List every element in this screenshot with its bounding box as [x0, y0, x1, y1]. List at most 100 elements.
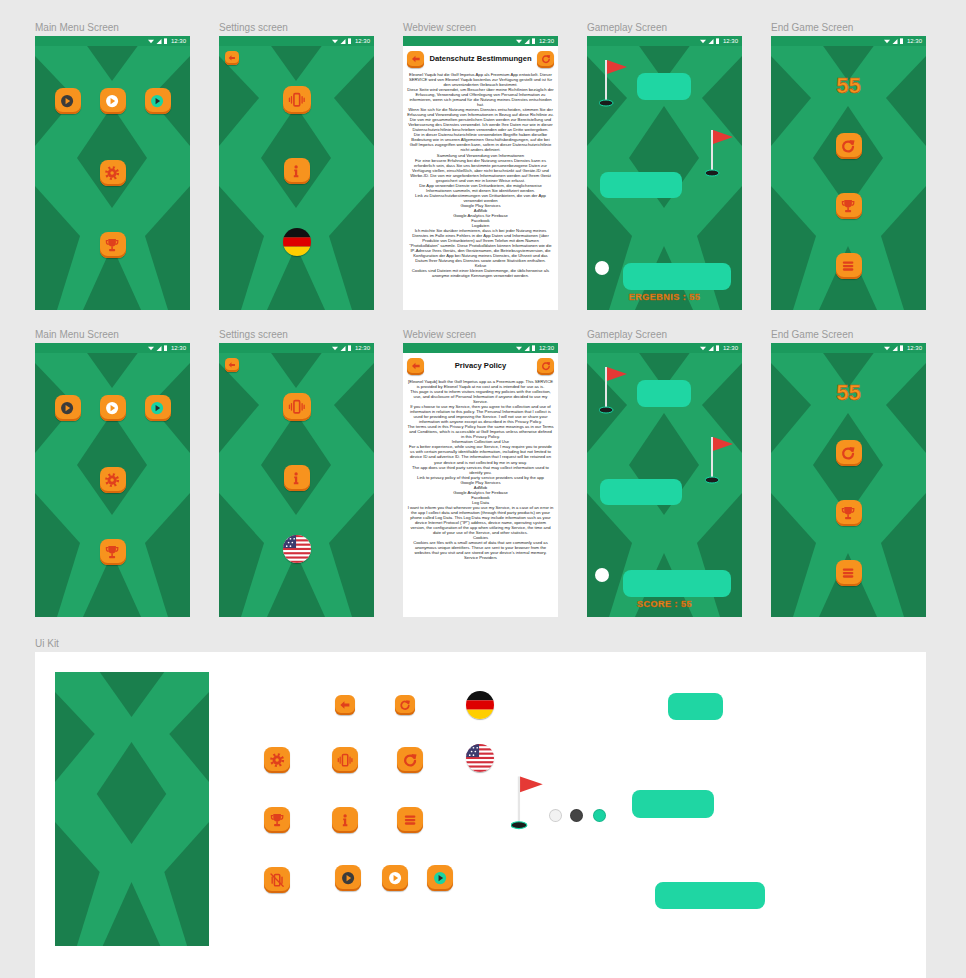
gear-button[interactable]: [264, 747, 290, 773]
back-button[interactable]: [407, 51, 424, 68]
play-dark-button[interactable]: [55, 395, 81, 421]
golf-flag-icon: [705, 128, 735, 178]
battery-icon: [532, 38, 535, 44]
trophy-button[interactable]: [836, 193, 862, 219]
webview-body[interactable]: Eleonel Yaqub hat die Golf Impetus App a…: [403, 72, 558, 310]
info-button[interactable]: [332, 807, 358, 833]
policy-paragraph: AdMob: [407, 485, 554, 490]
hole-marker: [593, 809, 606, 822]
menu-button[interactable]: [836, 253, 862, 279]
artboard: Settings screen12:30: [219, 22, 374, 310]
policy-paragraph: This page is used to inform visitors reg…: [407, 389, 554, 404]
screen-label: Webview screen: [403, 329, 558, 343]
play-teal-button[interactable]: [145, 395, 171, 421]
refresh-button[interactable]: [537, 51, 554, 68]
play-teal-icon: [148, 399, 166, 417]
vibrate-button[interactable]: [332, 747, 358, 773]
play-teal-button[interactable]: [427, 865, 453, 891]
settings-header: [219, 353, 374, 372]
policy-paragraph: Cookies are files with a small amount of…: [407, 540, 554, 555]
status-time: 12:30: [723, 37, 738, 45]
language-flag-button[interactable]: [283, 535, 311, 563]
webview-screen: 12:30Privacy Policy[Eleonel Yaqub] built…: [403, 343, 558, 617]
gear-icon: [103, 164, 121, 182]
trophy-button[interactable]: [264, 807, 290, 833]
score-text: ERGEBNIS : 55: [587, 292, 742, 302]
menu-button[interactable]: [397, 807, 423, 833]
language-flag-button[interactable]: [466, 744, 494, 772]
artboard: Main Menu Screen12:30: [35, 22, 190, 310]
refresh-button[interactable]: [836, 133, 862, 159]
info-icon: [336, 811, 354, 829]
webview-screen: 12:30Datenschutz BestimmungenEleonel Yaq…: [403, 36, 558, 310]
language-flag-button[interactable]: [466, 691, 494, 719]
webview-body[interactable]: [Eleonel Yaqub] built the Golf Impetus a…: [403, 379, 558, 617]
refresh-button[interactable]: [397, 747, 423, 773]
back-button[interactable]: [225, 358, 239, 372]
golf-flag: [599, 58, 629, 108]
signal-icon: [708, 39, 714, 44]
signal-icon: [892, 39, 898, 44]
trophy-button[interactable]: [836, 500, 862, 526]
refresh-button[interactable]: [395, 695, 415, 715]
kit-button: [382, 865, 408, 891]
battery-icon: [716, 345, 719, 351]
golf-ball[interactable]: [595, 568, 609, 582]
background-sample: [55, 672, 209, 946]
kit-button: [335, 695, 355, 715]
policy-paragraph: Link zu Datenschutzbestimmungen von Drit…: [407, 193, 554, 203]
webview-title: Datenschutz Bestimmungen: [427, 55, 534, 64]
trophy-button[interactable]: [100, 539, 126, 565]
kit-golf-flag: [511, 774, 545, 831]
refresh-icon: [540, 53, 552, 65]
refresh-button[interactable]: [836, 440, 862, 466]
novibrate-button[interactable]: [264, 867, 290, 893]
info-button[interactable]: [284, 158, 310, 184]
golf-flag-icon: [511, 774, 545, 831]
status-time: 12:30: [907, 37, 922, 45]
platform: [637, 73, 691, 100]
info-icon: [287, 469, 305, 487]
language-flag-button[interactable]: [283, 228, 311, 256]
golf-flag-icon: [599, 365, 629, 415]
play-white-button[interactable]: [382, 865, 408, 891]
play-white-button[interactable]: [100, 88, 126, 114]
policy-paragraph: Diese Seite wird verwendet, um Besucher …: [407, 87, 554, 107]
gear-button[interactable]: [100, 467, 126, 493]
menu-button[interactable]: [836, 560, 862, 586]
play-teal-button[interactable]: [145, 88, 171, 114]
play-white-button[interactable]: [100, 395, 126, 421]
back-button[interactable]: [335, 695, 355, 715]
refresh-button[interactable]: [537, 358, 554, 375]
us-flag-icon: [283, 535, 311, 563]
policy-paragraph: Log Data: [407, 500, 554, 505]
policy-paragraph: Google Play Services: [407, 203, 554, 208]
info-button[interactable]: [284, 465, 310, 491]
play-dark-icon: [339, 869, 357, 887]
screen-row: Main Menu Screen12:30Settings screen12:3…: [35, 329, 966, 617]
play-dark-button[interactable]: [55, 88, 81, 114]
kit-button: [264, 747, 290, 773]
gear-button[interactable]: [100, 160, 126, 186]
end-game-menu: 55: [771, 353, 926, 617]
ui-kit: Ui Kit: [35, 638, 966, 978]
screen-row: Main Menu Screen12:30Settings screen12:3…: [35, 22, 966, 310]
platform: [600, 172, 682, 198]
trophy-button[interactable]: [100, 232, 126, 258]
settings-list: [283, 393, 311, 563]
webview: Datenschutz Bestimmungen Eleonel Yaqub ha…: [403, 46, 558, 310]
vibrate-button[interactable]: [283, 86, 311, 114]
gameplay-screen: 12:30SCORE : 55: [587, 343, 742, 617]
golf-ball[interactable]: [595, 261, 609, 275]
signal-icon: [340, 346, 346, 351]
signal-icon: [340, 39, 346, 44]
golf-flag: [705, 128, 735, 178]
kit-flag: [466, 744, 494, 772]
vibrate-button[interactable]: [283, 393, 311, 421]
policy-paragraph: Kekse: [407, 263, 554, 268]
endgame-screen: 12:3055: [771, 36, 926, 310]
battery-icon: [532, 345, 535, 351]
play-dark-button[interactable]: [335, 865, 361, 891]
back-button[interactable]: [225, 51, 239, 65]
back-button[interactable]: [407, 358, 424, 375]
